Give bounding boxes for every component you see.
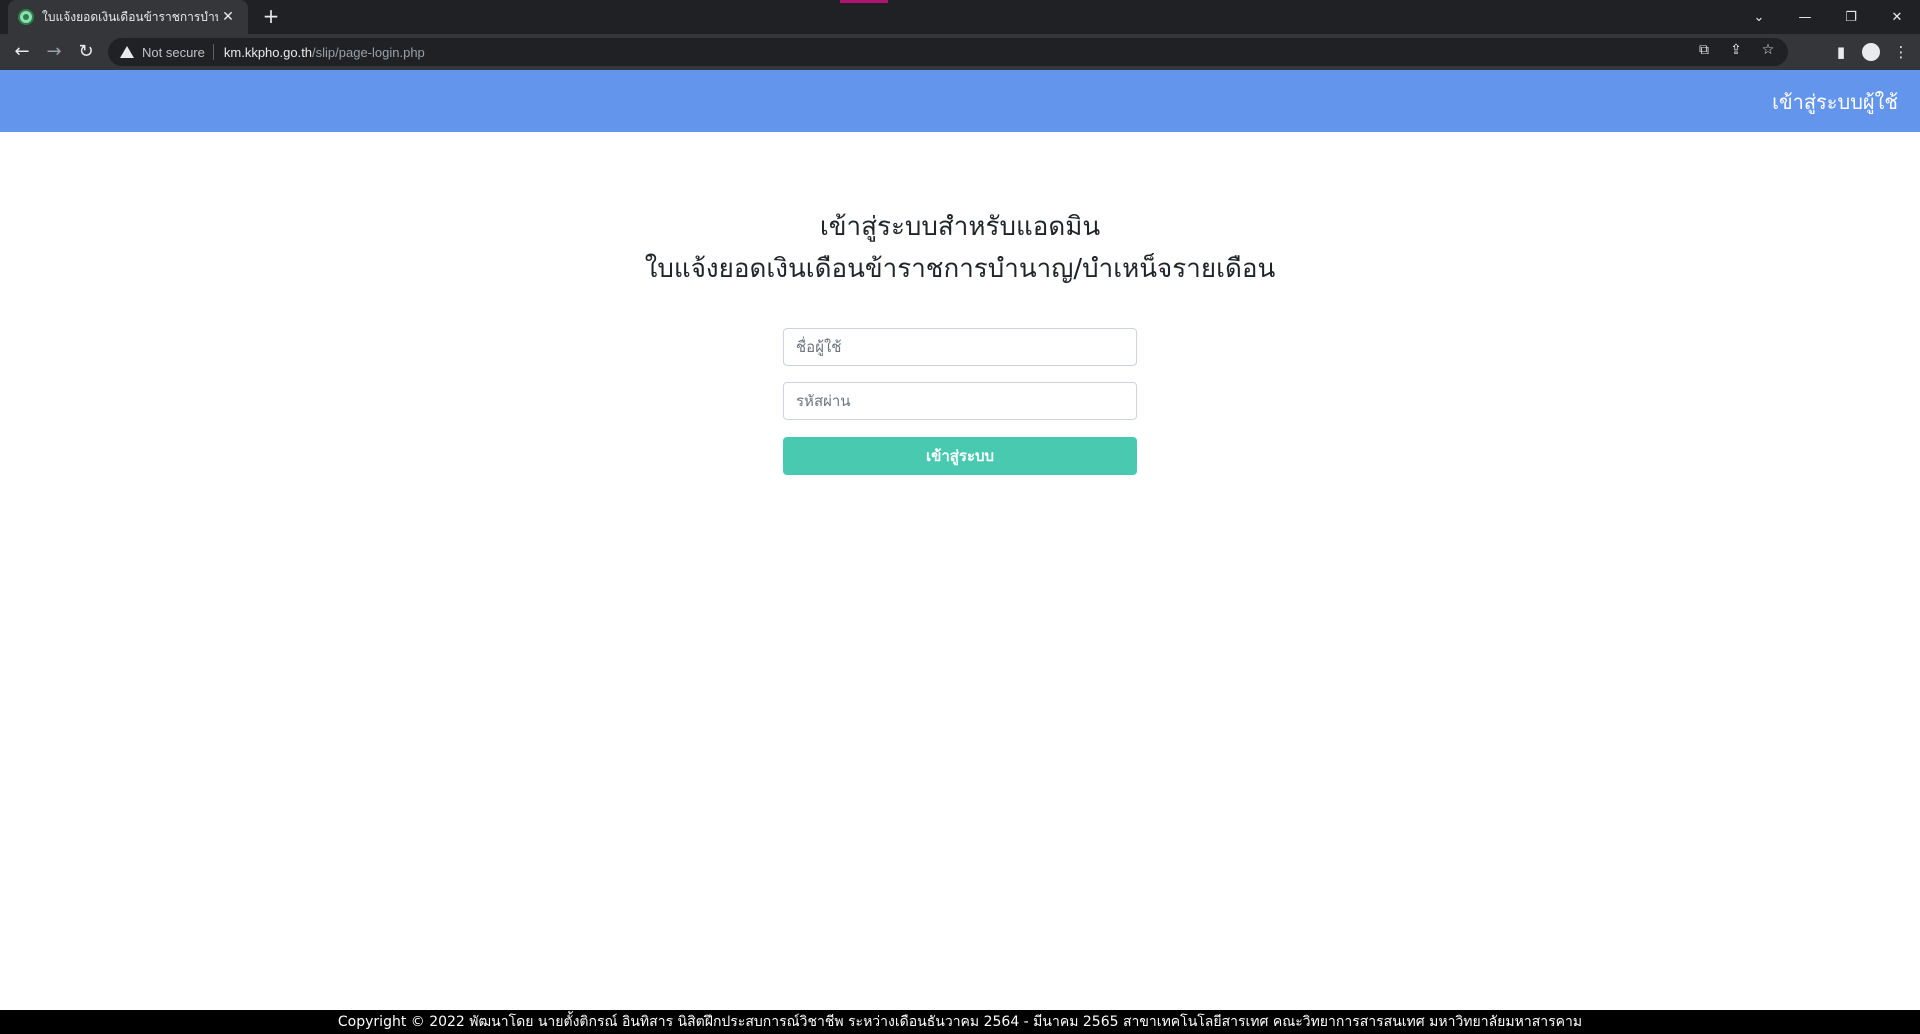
site-navbar: เข้าสู่ระบบผู้ใช้ bbox=[0, 70, 1920, 132]
security-label[interactable]: Not secure bbox=[142, 45, 205, 60]
password-input[interactable] bbox=[783, 382, 1137, 420]
tab-close-icon[interactable]: ✕ bbox=[218, 9, 238, 25]
user-login-link[interactable]: เข้าสู่ระบบผู้ใช้ bbox=[1772, 86, 1898, 118]
tab-title: ใบแจ้งยอดเงินเดือนข้าราชการบำนาญ/ bbox=[42, 9, 218, 24]
warning-icon bbox=[120, 46, 134, 58]
restore-button[interactable]: ❐ bbox=[1828, 10, 1874, 25]
login-heading: เข้าสู่ระบบสำหรับแอดมิน ใบแจ้งยอดเงินเดื… bbox=[0, 206, 1920, 290]
site-footer: Copyright © 2022 พัฒนาโดย นายตั้งติกรณ์ … bbox=[0, 1010, 1920, 1034]
username-input[interactable] bbox=[783, 328, 1137, 366]
share-icon[interactable]: ⇪ bbox=[1726, 42, 1746, 58]
side-panel-icon[interactable]: ▮ bbox=[1830, 40, 1852, 64]
window-controls: ⌄ — ❐ ✕ bbox=[1736, 0, 1920, 34]
page-subtitle: ใบแจ้งยอดเงินเดือนข้าราชการบำนาญ/บำเหน็จ… bbox=[644, 254, 1276, 284]
toolbar-actions: ▮ ⋮ bbox=[1830, 40, 1912, 64]
browser-tabstrip: ใบแจ้งยอดเงินเดือนข้าราชการบำนาญ/ ✕ + ⌄ … bbox=[0, 0, 1920, 34]
site-favicon-icon bbox=[18, 9, 34, 25]
omnibox-actions: ⧉ ⇪ ☆ bbox=[1694, 42, 1778, 58]
page-title: เข้าสู่ระบบสำหรับแอดมิน bbox=[819, 212, 1101, 242]
bookmark-star-icon[interactable]: ☆ bbox=[1758, 42, 1778, 58]
tab-search-icon[interactable]: ⌄ bbox=[1736, 10, 1782, 25]
browser-toolbar: ← → ↻ Not secure km.kkpho.go.th /slip/pa… bbox=[0, 34, 1920, 70]
forward-arrow-icon[interactable]: → bbox=[42, 40, 66, 64]
omnibox-divider bbox=[212, 44, 214, 60]
url-path: /slip/page-login.php bbox=[312, 44, 425, 60]
address-bar[interactable]: Not secure km.kkpho.go.th /slip/page-log… bbox=[108, 38, 1788, 66]
minimize-button[interactable]: — bbox=[1782, 10, 1828, 25]
back-arrow-icon[interactable]: ← bbox=[10, 40, 34, 64]
tab-group-indicator bbox=[840, 0, 888, 3]
browser-tab[interactable]: ใบแจ้งยอดเงินเดือนข้าราชการบำนาญ/ ✕ bbox=[8, 0, 248, 34]
login-submit-button[interactable]: เข้าสู่ระบบ bbox=[783, 437, 1137, 475]
reload-icon[interactable]: ↻ bbox=[74, 40, 98, 64]
profile-avatar-icon[interactable] bbox=[1862, 43, 1880, 61]
translate-icon[interactable]: ⧉ bbox=[1694, 42, 1714, 58]
new-tab-button[interactable]: + bbox=[258, 4, 284, 30]
menu-kebab-icon[interactable]: ⋮ bbox=[1890, 40, 1912, 64]
url-host: km.kkpho.go.th bbox=[223, 44, 313, 60]
close-window-button[interactable]: ✕ bbox=[1874, 10, 1920, 25]
